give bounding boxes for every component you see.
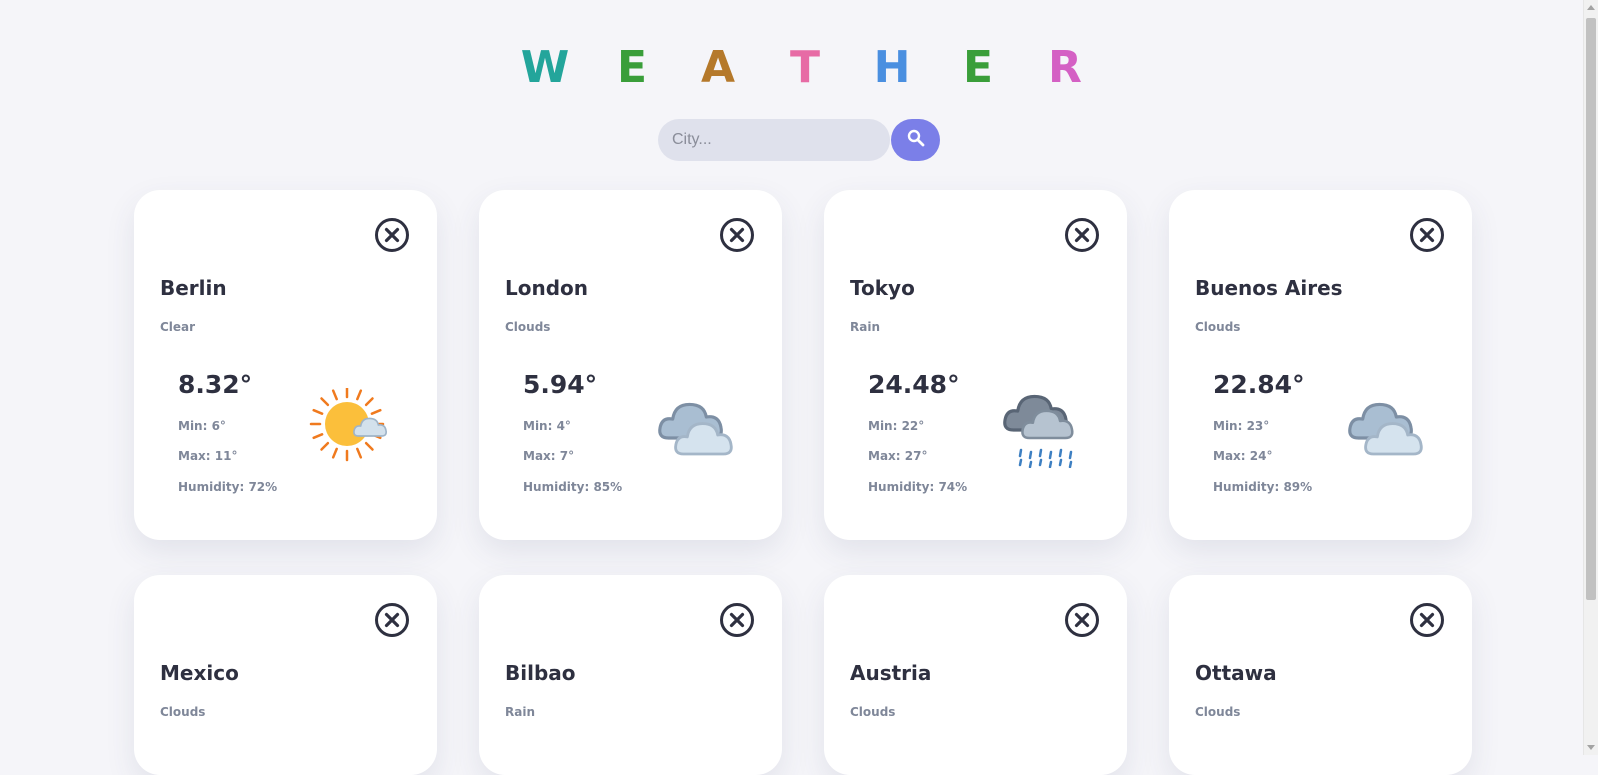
- temperature: 8.32°: [178, 370, 253, 399]
- min-temperature: Min: 22°: [868, 419, 925, 433]
- city-name: Austria: [850, 661, 932, 685]
- close-card-button[interactable]: [719, 217, 755, 253]
- title-letter: W: [520, 42, 570, 93]
- title-letter: H: [873, 42, 911, 93]
- max-temperature: Max: 27°: [868, 449, 928, 463]
- max-temperature: Max: 24°: [1213, 449, 1273, 463]
- temperature: 5.94°: [523, 370, 598, 399]
- weather-condition: Rain: [850, 320, 880, 334]
- weather-condition: Rain: [505, 705, 535, 719]
- city-card: Buenos Aires Clouds 22.84° Min: 23° Max: 24°…: [1169, 190, 1472, 540]
- city-card: London Clouds 5.94° Min: 4° Max: 7° Humidity:…: [479, 190, 782, 540]
- close-icon: [374, 603, 410, 642]
- title-letter: E: [962, 42, 994, 93]
- city-name: London: [505, 276, 589, 300]
- weather-page: W E A T H E R Berlin Clear 8.32° Min: 6° Max…: [0, 0, 1584, 775]
- weather-condition: Clouds: [160, 705, 206, 719]
- humidity: Humidity: 72%: [178, 480, 278, 494]
- search-icon: [907, 129, 925, 151]
- max-temperature: Max: 7°: [523, 449, 575, 463]
- city-card: Bilbao Rain: [479, 575, 782, 775]
- max-temperature: Max: 11°: [178, 449, 238, 463]
- close-card-button[interactable]: [1064, 217, 1100, 253]
- clouds-icon: [654, 388, 744, 468]
- clouds-icon: [1344, 388, 1434, 468]
- city-name: Ottawa: [1195, 661, 1277, 685]
- city-card: Mexico Clouds: [134, 575, 437, 775]
- scroll-down-arrow-icon[interactable]: [1587, 745, 1595, 750]
- scrollbar-thumb[interactable]: [1586, 18, 1596, 600]
- humidity: Humidity: 85%: [523, 480, 623, 494]
- title-letter: T: [789, 42, 820, 93]
- city-name: Buenos Aires: [1195, 276, 1343, 300]
- close-icon: [719, 603, 755, 642]
- weather-condition: Clouds: [1195, 705, 1241, 719]
- city-name: Bilbao: [505, 661, 576, 685]
- city-card: Austria Clouds: [824, 575, 1127, 775]
- close-card-button[interactable]: [1064, 602, 1100, 638]
- temperature: 24.48°: [868, 370, 960, 399]
- title-letter: A: [700, 42, 736, 93]
- close-card-button[interactable]: [1409, 217, 1445, 253]
- humidity: Humidity: 89%: [1213, 480, 1313, 494]
- city-name: Berlin: [160, 276, 227, 300]
- temperature: 22.84°: [1213, 370, 1305, 399]
- close-icon: [1409, 603, 1445, 642]
- scroll-up-arrow-icon[interactable]: [1587, 5, 1595, 10]
- search-bar: [658, 119, 940, 161]
- city-search-input[interactable]: [658, 119, 890, 161]
- close-card-button[interactable]: [374, 217, 410, 253]
- weather-condition: Clouds: [850, 705, 896, 719]
- city-name: Mexico: [160, 661, 239, 685]
- search-button[interactable]: [891, 119, 940, 161]
- min-temperature: Min: 4°: [523, 419, 571, 433]
- close-card-button[interactable]: [719, 602, 755, 638]
- app-title: W E A T H E R: [0, 44, 1584, 92]
- weather-condition: Clear: [160, 320, 196, 334]
- weather-condition: Clouds: [505, 320, 551, 334]
- city-card: Ottawa Clouds: [1169, 575, 1472, 775]
- close-card-button[interactable]: [1409, 602, 1445, 638]
- close-icon: [1064, 603, 1100, 642]
- min-temperature: Min: 23°: [1213, 419, 1270, 433]
- city-card: Tokyo Rain 24.48° Min: 22° Max: 27° Humidity:…: [824, 190, 1127, 540]
- city-card: Berlin Clear 8.32° Min: 6° Max: 11° Humidity:…: [134, 190, 437, 540]
- close-card-button[interactable]: [374, 602, 410, 638]
- close-icon: [719, 218, 755, 257]
- close-icon: [374, 218, 410, 257]
- title-letter: R: [1048, 42, 1082, 93]
- weather-condition: Clouds: [1195, 320, 1241, 334]
- sun-cloud-icon: [309, 386, 399, 468]
- close-icon: [1409, 218, 1445, 257]
- title-letter: E: [616, 42, 648, 93]
- humidity: Humidity: 74%: [868, 480, 968, 494]
- rain-cloud-icon: [999, 388, 1089, 469]
- vertical-scrollbar[interactable]: [1583, 0, 1598, 755]
- close-icon: [1064, 218, 1100, 257]
- city-name: Tokyo: [850, 276, 915, 300]
- min-temperature: Min: 6°: [178, 419, 226, 433]
